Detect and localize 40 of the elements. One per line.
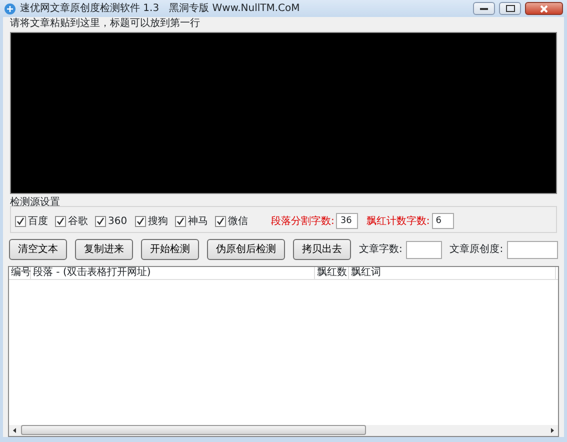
window-title: 速优网文章原创度检测软件 1.3 黑洞专版 Www.NullTM.CoM <box>20 2 300 16</box>
checkbox[interactable] <box>55 216 66 226</box>
close-icon <box>540 4 548 12</box>
number-field[interactable]: 6 <box>432 213 454 229</box>
stat-field[interactable] <box>406 240 442 258</box>
column-header[interactable]: 段落 - (双击表格打开网址) <box>31 267 315 279</box>
group-title: 检测源设置 <box>10 197 61 208</box>
column-header[interactable]: 编号 <box>9 267 31 279</box>
checkbox[interactable] <box>95 216 106 226</box>
checkbox[interactable] <box>175 216 186 226</box>
checkbox-label: 神马 <box>188 214 208 228</box>
checkbox-label: 搜狗 <box>148 214 168 228</box>
action-button[interactable]: 伪原创后检测 <box>207 239 285 260</box>
checkbox-label: 微信 <box>228 214 248 228</box>
app-icon <box>4 2 16 14</box>
maximize-button[interactable] <box>499 2 521 15</box>
checkbox[interactable] <box>15 216 26 226</box>
checkbox[interactable] <box>215 216 226 226</box>
action-button[interactable]: 清空文本 <box>9 239 67 260</box>
stat-label: 文章原创度: <box>450 242 504 257</box>
action-button[interactable]: 开始检测 <box>141 239 199 260</box>
setting-label: 段落分割字数: <box>271 214 334 228</box>
checkbox-label: 谷歌 <box>68 214 88 228</box>
number-field[interactable]: 36 <box>336 213 358 229</box>
stat-field[interactable] <box>507 240 558 258</box>
stat-label: 文章字数: <box>359 242 402 257</box>
column-header[interactable]: 飘红数 <box>315 267 349 279</box>
checkbox-label: 360 <box>108 214 128 228</box>
action-button[interactable]: 拷贝出去 <box>293 239 351 260</box>
setting-label: 飘红计数字数: <box>366 214 430 228</box>
scrollbar-thumb[interactable] <box>21 425 366 435</box>
checkbox-label: 百度 <box>28 214 48 228</box>
maximize-icon <box>506 5 514 12</box>
action-button[interactable]: 复制进来 <box>75 239 133 260</box>
minimize-icon <box>480 8 488 10</box>
column-header[interactable]: 飘红词 <box>349 267 556 279</box>
close-button[interactable] <box>525 2 563 15</box>
instruction-label: 请将文章粘贴到这里，标题可以放到第一行 <box>9 17 201 31</box>
checkbox[interactable] <box>135 216 146 226</box>
minimize-button[interactable] <box>473 2 495 15</box>
